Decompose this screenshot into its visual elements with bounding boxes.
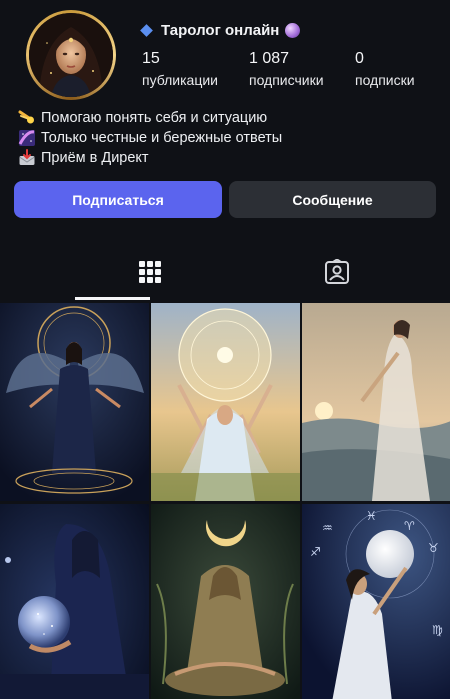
post-thumbnail[interactable]: ♒ ♓ ♈ ♉ ♐ ♍: [302, 504, 450, 699]
message-button[interactable]: Сообщение: [229, 181, 436, 218]
svg-text:♍: ♍: [432, 623, 443, 637]
svg-text:♓: ♓: [366, 509, 377, 523]
bio-line: Только честные и бережные ответы: [18, 128, 282, 148]
tab-selected-indicator: [75, 297, 150, 300]
stat-posts[interactable]: 15 публикации: [142, 50, 218, 88]
post-thumbnail[interactable]: [151, 303, 300, 501]
svg-text:♐: ♐: [310, 545, 321, 559]
svg-text:♉: ♉: [428, 541, 439, 555]
bio-text: Только честные и бережные ответы: [41, 130, 283, 146]
stat-following[interactable]: 0 подписки: [355, 50, 415, 88]
profile-name: Таролог онлайн: [161, 21, 280, 39]
bio-text: Приём в Директ: [41, 150, 149, 166]
bio-line: Приём в Директ: [18, 148, 282, 168]
posts-grid: ♒ ♓ ♈ ♉ ♐ ♍: [0, 303, 450, 699]
angel-image: [0, 303, 149, 501]
post-thumbnail[interactable]: [302, 303, 450, 501]
crystal-sphere-image: [0, 504, 149, 699]
stat-posts-value: 15: [142, 50, 160, 67]
bio-line: Помогаю понять себя и ситуацию: [18, 108, 282, 128]
comet-icon: [18, 110, 34, 124]
stat-followers-label: подписчики: [249, 72, 324, 88]
post-thumbnail[interactable]: [151, 504, 300, 699]
inbox-icon: [19, 149, 35, 165]
post-thumbnail[interactable]: [0, 504, 149, 699]
profile-avatar[interactable]: [26, 10, 116, 100]
post-thumbnail[interactable]: [0, 303, 149, 501]
tab-posts-grid[interactable]: [75, 244, 225, 300]
tab-tagged[interactable]: [262, 244, 412, 300]
svg-text:♒: ♒: [322, 521, 333, 535]
stat-followers-value: 1 087: [249, 50, 290, 67]
stat-following-label: подписки: [355, 72, 415, 88]
sunset-woman-image: [302, 303, 450, 501]
grid-icon: [139, 261, 161, 283]
crystal-ball-icon: [285, 22, 301, 38]
moon-zodiac-image: ♒ ♓ ♈ ♉ ♐ ♍: [302, 504, 450, 699]
profile-name-row: Таролог онлайн: [140, 20, 301, 40]
svg-text:♈: ♈: [404, 519, 415, 533]
blue-diamond-icon: [140, 23, 153, 37]
stat-following-value: 0: [355, 50, 364, 67]
meditation-image: [151, 504, 300, 699]
tagged-icon: [325, 259, 349, 284]
stat-followers[interactable]: 1 087 подписчики: [249, 50, 324, 88]
galaxy-icon: [18, 130, 35, 146]
profile-page: Таролог онлайн 15 публикации 1 087 подпи…: [0, 0, 450, 699]
bio-text: Помогаю понять себя и ситуацию: [41, 110, 268, 126]
follow-button[interactable]: Подписаться: [14, 181, 222, 218]
zodiac-sun-image: [151, 303, 300, 501]
profile-bio: Помогаю понять себя и ситуацию Только че…: [18, 108, 282, 168]
avatar-image: [29, 13, 113, 97]
stat-posts-label: публикации: [142, 72, 218, 88]
